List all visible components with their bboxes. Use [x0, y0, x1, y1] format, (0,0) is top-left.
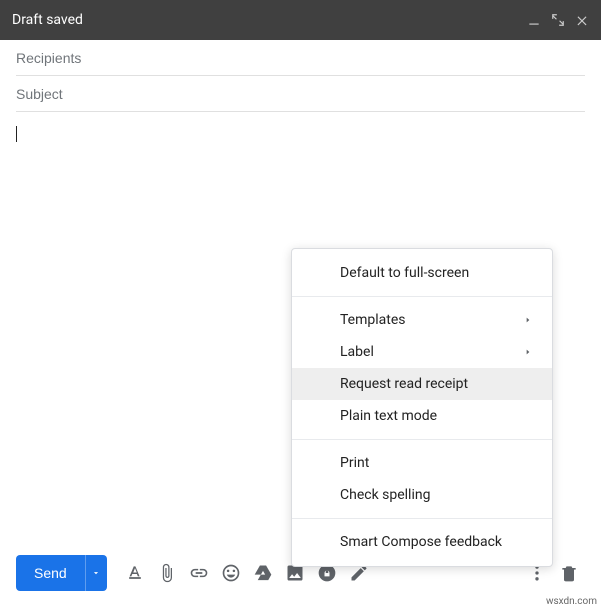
- menu-label: Check spelling: [340, 487, 430, 503]
- recipients-input[interactable]: [16, 50, 585, 66]
- menu-divider: [292, 518, 552, 519]
- minimize-icon[interactable]: [527, 13, 541, 27]
- menu-label: Request read receipt: [340, 376, 468, 392]
- watermark: wsxdn.com: [544, 596, 599, 607]
- attach-icon[interactable]: [151, 557, 183, 589]
- trash-icon[interactable]: [553, 557, 585, 589]
- close-icon[interactable]: [575, 13, 589, 27]
- menu-request-read-receipt[interactable]: Request read receipt: [292, 368, 552, 400]
- menu-divider: [292, 296, 552, 297]
- menu-smart-compose[interactable]: Smart Compose feedback: [292, 526, 552, 558]
- compose-header: Draft saved: [0, 0, 601, 40]
- formatting-icon[interactable]: [119, 557, 151, 589]
- menu-label: Label: [340, 344, 374, 360]
- menu-label-item[interactable]: Label: [292, 336, 552, 368]
- chevron-right-icon: [524, 344, 532, 360]
- link-icon[interactable]: [183, 557, 215, 589]
- menu-default-fullscreen[interactable]: Default to full-screen: [292, 257, 552, 289]
- header-title: Draft saved: [12, 12, 527, 28]
- emoji-icon[interactable]: [215, 557, 247, 589]
- more-options-menu: Default to full-screen Templates Label R…: [291, 248, 553, 567]
- subject-field[interactable]: [16, 76, 585, 112]
- menu-divider: [292, 439, 552, 440]
- menu-label: Default to full-screen: [340, 265, 469, 281]
- menu-plain-text[interactable]: Plain text mode: [292, 400, 552, 432]
- menu-check-spelling[interactable]: Check spelling: [292, 479, 552, 511]
- menu-templates[interactable]: Templates: [292, 304, 552, 336]
- menu-label: Smart Compose feedback: [340, 534, 502, 550]
- header-fields: [0, 40, 601, 112]
- menu-label: Plain text mode: [340, 408, 437, 424]
- recipients-field[interactable]: [16, 40, 585, 76]
- text-cursor: [16, 126, 17, 142]
- send-button[interactable]: Send: [16, 555, 85, 591]
- window-controls: [527, 13, 589, 27]
- drive-icon[interactable]: [247, 557, 279, 589]
- send-options-button[interactable]: [85, 555, 107, 591]
- send-group: Send: [16, 555, 107, 591]
- menu-print[interactable]: Print: [292, 447, 552, 479]
- subject-input[interactable]: [16, 86, 585, 102]
- menu-label: Templates: [340, 312, 406, 328]
- fullscreen-icon[interactable]: [551, 13, 565, 27]
- chevron-right-icon: [524, 312, 532, 328]
- menu-label: Print: [340, 455, 369, 471]
